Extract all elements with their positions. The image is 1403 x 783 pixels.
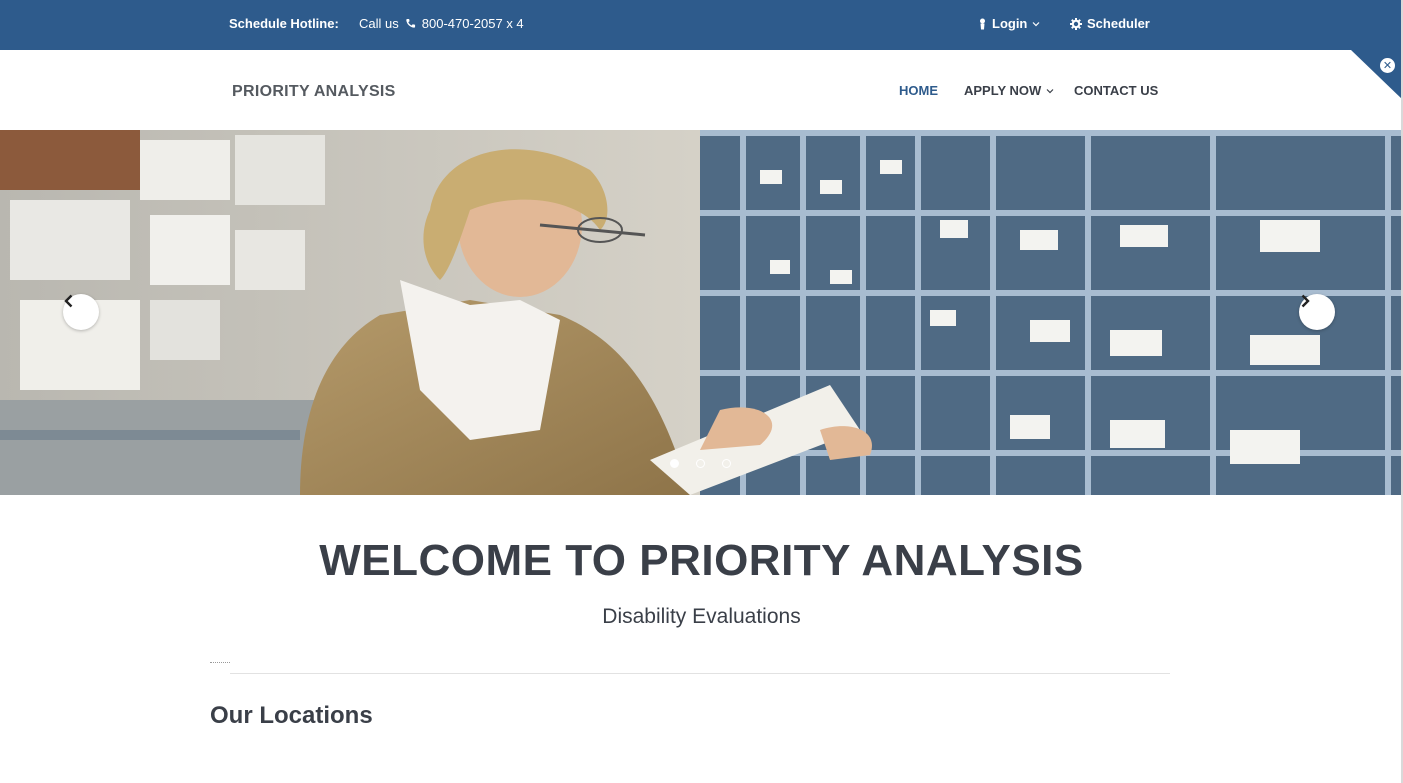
- hotline-label: Schedule Hotline:: [229, 16, 339, 31]
- nav-apply-now[interactable]: APPLY NOW: [964, 83, 1054, 98]
- ribbon-shape: [1351, 50, 1403, 100]
- hero-image: [0, 130, 1403, 495]
- phone-icon: [406, 18, 415, 28]
- close-icon[interactable]: ✕: [1380, 58, 1395, 73]
- slider-prev-button[interactable]: [63, 294, 99, 330]
- chevron-left-icon: [64, 294, 73, 308]
- slider-next-button[interactable]: [1299, 294, 1335, 330]
- gear-icon: [1070, 17, 1082, 30]
- section-heading-locations: Our Locations: [210, 702, 373, 730]
- corner-ribbon: ✕: [1351, 50, 1403, 100]
- top-bar: Schedule Hotline: Call us 800-470-2057 x…: [0, 0, 1403, 50]
- scheduler-link[interactable]: Scheduler: [1070, 16, 1150, 31]
- site-header: PRIORITY ANALYSIS HOME APPLY NOW CONTACT…: [0, 50, 1403, 130]
- divider: [230, 673, 1170, 674]
- chevron-down-icon: [1032, 21, 1040, 26]
- login-label: Login: [992, 16, 1028, 31]
- slider-pagination: [670, 459, 731, 468]
- nav-contact-us[interactable]: CONTACT US: [1074, 83, 1158, 98]
- slider-dot-2[interactable]: [696, 459, 705, 468]
- chevron-down-icon: [1046, 88, 1054, 93]
- page-subtitle: Disability Evaluations: [602, 605, 801, 628]
- user-icon: [980, 18, 985, 29]
- call-us: Call us 800-470-2057 x 4: [359, 16, 524, 31]
- chevron-right-icon: [1301, 294, 1310, 308]
- call-label: Call us: [359, 16, 399, 31]
- nav-apply-label: APPLY NOW: [964, 83, 1042, 98]
- hero-slider: [0, 130, 1403, 495]
- section-heading-bold: Our: [210, 702, 253, 729]
- nav-home[interactable]: HOME: [899, 83, 938, 98]
- slider-dot-1[interactable]: [670, 459, 679, 468]
- page-title: WELCOME TO PRIORITY ANALYSIS: [319, 536, 1084, 585]
- scheduler-label: Scheduler: [1087, 16, 1150, 31]
- login-menu[interactable]: Login: [978, 16, 1040, 31]
- slider-dot-3[interactable]: [722, 459, 731, 468]
- phone-number: 800-470-2057 x 4: [421, 16, 524, 31]
- section-heading-rest: Locations: [259, 702, 373, 729]
- divider-dotted: [210, 662, 230, 663]
- site-logo[interactable]: PRIORITY ANALYSIS: [232, 83, 396, 101]
